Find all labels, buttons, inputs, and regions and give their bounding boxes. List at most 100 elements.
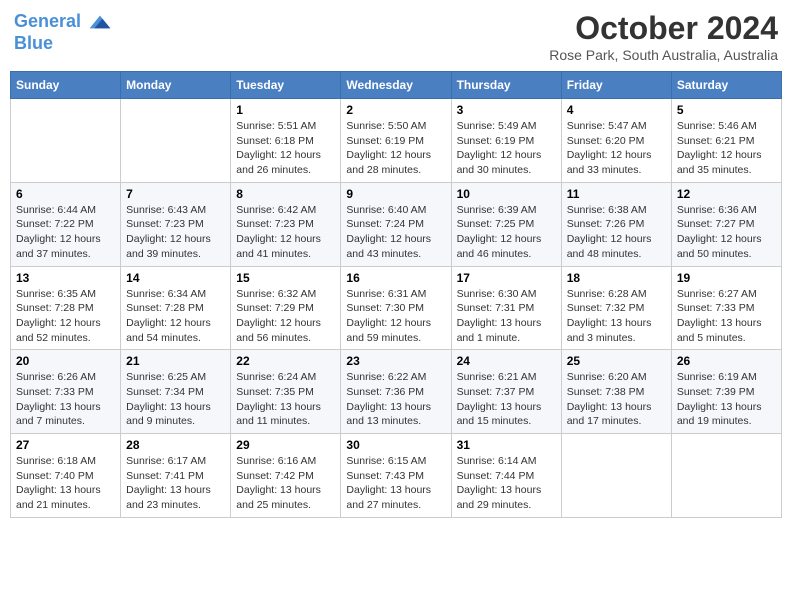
day-info: Sunrise: 5:47 AM Sunset: 6:20 PM Dayligh… <box>567 119 666 178</box>
title-block: October 2024 Rose Park, South Australia,… <box>549 10 778 63</box>
calendar-cell: 29 Sunrise: 6:16 AM Sunset: 7:42 PM Dayli… <box>231 434 341 518</box>
day-info: Sunrise: 6:30 AM Sunset: 7:31 PM Dayligh… <box>457 287 556 346</box>
day-info: Sunrise: 6:25 AM Sunset: 7:34 PM Dayligh… <box>126 370 225 429</box>
day-info: Sunrise: 6:14 AM Sunset: 7:44 PM Dayligh… <box>457 454 556 513</box>
calendar-cell: 21 Sunrise: 6:25 AM Sunset: 7:34 PM Dayli… <box>121 350 231 434</box>
day-info: Sunrise: 6:27 AM Sunset: 7:33 PM Dayligh… <box>677 287 776 346</box>
calendar-week-5: 27Sunrise: 6:18 AM Sunset: 7:40 PM Dayli… <box>11 434 782 518</box>
calendar-cell: 5 Sunrise: 5:46 AM Sunset: 6:21 PM Daylig… <box>671 99 781 183</box>
day-number: 30 <box>346 438 445 452</box>
day-info: Sunrise: 6:22 AM Sunset: 7:36 PM Dayligh… <box>346 370 445 429</box>
calendar-cell <box>121 99 231 183</box>
calendar-cell: 17 Sunrise: 6:30 AM Sunset: 7:31 PM Dayli… <box>451 266 561 350</box>
calendar-week-1: 1 Sunrise: 5:51 AM Sunset: 6:18 PM Daylig… <box>11 99 782 183</box>
day-info: Sunrise: 6:34 AM Sunset: 7:28 PM Dayligh… <box>126 287 225 346</box>
day-number: 9 <box>346 187 445 201</box>
calendar-cell: 12Sunrise: 6:36 AM Sunset: 7:27 PM Dayli… <box>671 182 781 266</box>
page-header: General Blue October 2024 Rose Park, Sou… <box>10 10 782 63</box>
day-number: 23 <box>346 354 445 368</box>
day-number: 28 <box>126 438 225 452</box>
calendar-cell: 22 Sunrise: 6:24 AM Sunset: 7:35 PM Dayli… <box>231 350 341 434</box>
day-number: 13 <box>16 271 115 285</box>
day-info: Sunrise: 6:19 AM Sunset: 7:39 PM Dayligh… <box>677 370 776 429</box>
day-number: 1 <box>236 103 335 117</box>
day-info: Sunrise: 6:32 AM Sunset: 7:29 PM Dayligh… <box>236 287 335 346</box>
day-number: 18 <box>567 271 666 285</box>
logo-text: General <box>14 10 112 34</box>
day-info: Sunrise: 5:50 AM Sunset: 6:19 PM Dayligh… <box>346 119 445 178</box>
day-number: 16 <box>346 271 445 285</box>
calendar-cell: 7 Sunrise: 6:43 AM Sunset: 7:23 PM Daylig… <box>121 182 231 266</box>
day-info: Sunrise: 6:16 AM Sunset: 7:42 PM Dayligh… <box>236 454 335 513</box>
day-info: Sunrise: 6:39 AM Sunset: 7:25 PM Dayligh… <box>457 203 556 262</box>
calendar-cell: 13Sunrise: 6:35 AM Sunset: 7:28 PM Dayli… <box>11 266 121 350</box>
day-number: 21 <box>126 354 225 368</box>
calendar-cell: 2 Sunrise: 5:50 AM Sunset: 6:19 PM Daylig… <box>341 99 451 183</box>
day-number: 25 <box>567 354 666 368</box>
calendar-week-2: 6 Sunrise: 6:44 AM Sunset: 7:22 PM Daylig… <box>11 182 782 266</box>
calendar-header-row: SundayMondayTuesdayWednesdayThursdayFrid… <box>11 72 782 99</box>
calendar-cell: 9Sunrise: 6:40 AM Sunset: 7:24 PM Daylig… <box>341 182 451 266</box>
day-number: 22 <box>236 354 335 368</box>
day-number: 29 <box>236 438 335 452</box>
day-number: 15 <box>236 271 335 285</box>
calendar-cell: 14 Sunrise: 6:34 AM Sunset: 7:28 PM Dayli… <box>121 266 231 350</box>
day-number: 14 <box>126 271 225 285</box>
day-info: Sunrise: 6:31 AM Sunset: 7:30 PM Dayligh… <box>346 287 445 346</box>
calendar-cell: 24Sunrise: 6:21 AM Sunset: 7:37 PM Dayli… <box>451 350 561 434</box>
day-number: 2 <box>346 103 445 117</box>
day-number: 8 <box>236 187 335 201</box>
logo-text-blue: Blue <box>14 34 112 54</box>
calendar-cell: 10 Sunrise: 6:39 AM Sunset: 7:25 PM Dayli… <box>451 182 561 266</box>
header-day-friday: Friday <box>561 72 671 99</box>
calendar-cell: 16 Sunrise: 6:31 AM Sunset: 7:30 PM Dayli… <box>341 266 451 350</box>
calendar-cell: 18 Sunrise: 6:28 AM Sunset: 7:32 PM Dayli… <box>561 266 671 350</box>
day-number: 6 <box>16 187 115 201</box>
calendar-table: SundayMondayTuesdayWednesdayThursdayFrid… <box>10 71 782 518</box>
day-info: Sunrise: 6:26 AM Sunset: 7:33 PM Dayligh… <box>16 370 115 429</box>
calendar-cell: 28 Sunrise: 6:17 AM Sunset: 7:41 PM Dayli… <box>121 434 231 518</box>
header-day-tuesday: Tuesday <box>231 72 341 99</box>
logo-icon <box>88 10 112 34</box>
day-info: Sunrise: 6:28 AM Sunset: 7:32 PM Dayligh… <box>567 287 666 346</box>
calendar-cell: 3 Sunrise: 5:49 AM Sunset: 6:19 PM Daylig… <box>451 99 561 183</box>
day-number: 5 <box>677 103 776 117</box>
day-info: Sunrise: 6:24 AM Sunset: 7:35 PM Dayligh… <box>236 370 335 429</box>
day-number: 19 <box>677 271 776 285</box>
day-info: Sunrise: 6:44 AM Sunset: 7:22 PM Dayligh… <box>16 203 115 262</box>
day-info: Sunrise: 6:42 AM Sunset: 7:23 PM Dayligh… <box>236 203 335 262</box>
calendar-cell: 25 Sunrise: 6:20 AM Sunset: 7:38 PM Dayli… <box>561 350 671 434</box>
day-info: Sunrise: 5:51 AM Sunset: 6:18 PM Dayligh… <box>236 119 335 178</box>
calendar-cell: 23 Sunrise: 6:22 AM Sunset: 7:36 PM Dayli… <box>341 350 451 434</box>
calendar-cell: 1 Sunrise: 5:51 AM Sunset: 6:18 PM Daylig… <box>231 99 341 183</box>
calendar-cell: 30 Sunrise: 6:15 AM Sunset: 7:43 PM Dayli… <box>341 434 451 518</box>
calendar-cell <box>671 434 781 518</box>
header-day-thursday: Thursday <box>451 72 561 99</box>
calendar-week-3: 13Sunrise: 6:35 AM Sunset: 7:28 PM Dayli… <box>11 266 782 350</box>
day-number: 10 <box>457 187 556 201</box>
header-day-saturday: Saturday <box>671 72 781 99</box>
day-number: 7 <box>126 187 225 201</box>
header-day-monday: Monday <box>121 72 231 99</box>
day-info: Sunrise: 6:15 AM Sunset: 7:43 PM Dayligh… <box>346 454 445 513</box>
day-info: Sunrise: 6:20 AM Sunset: 7:38 PM Dayligh… <box>567 370 666 429</box>
header-day-wednesday: Wednesday <box>341 72 451 99</box>
calendar-cell: 15 Sunrise: 6:32 AM Sunset: 7:29 PM Dayli… <box>231 266 341 350</box>
location-title: Rose Park, South Australia, Australia <box>549 47 778 63</box>
day-number: 31 <box>457 438 556 452</box>
calendar-cell: 6 Sunrise: 6:44 AM Sunset: 7:22 PM Daylig… <box>11 182 121 266</box>
day-info: Sunrise: 6:18 AM Sunset: 7:40 PM Dayligh… <box>16 454 115 513</box>
day-info: Sunrise: 6:17 AM Sunset: 7:41 PM Dayligh… <box>126 454 225 513</box>
day-number: 26 <box>677 354 776 368</box>
day-info: Sunrise: 5:46 AM Sunset: 6:21 PM Dayligh… <box>677 119 776 178</box>
calendar-cell: 27Sunrise: 6:18 AM Sunset: 7:40 PM Dayli… <box>11 434 121 518</box>
day-number: 3 <box>457 103 556 117</box>
day-number: 17 <box>457 271 556 285</box>
day-info: Sunrise: 6:38 AM Sunset: 7:26 PM Dayligh… <box>567 203 666 262</box>
calendar-cell <box>11 99 121 183</box>
day-info: Sunrise: 5:49 AM Sunset: 6:19 PM Dayligh… <box>457 119 556 178</box>
day-number: 11 <box>567 187 666 201</box>
calendar-cell: 20 Sunrise: 6:26 AM Sunset: 7:33 PM Dayli… <box>11 350 121 434</box>
day-info: Sunrise: 6:43 AM Sunset: 7:23 PM Dayligh… <box>126 203 225 262</box>
day-number: 20 <box>16 354 115 368</box>
